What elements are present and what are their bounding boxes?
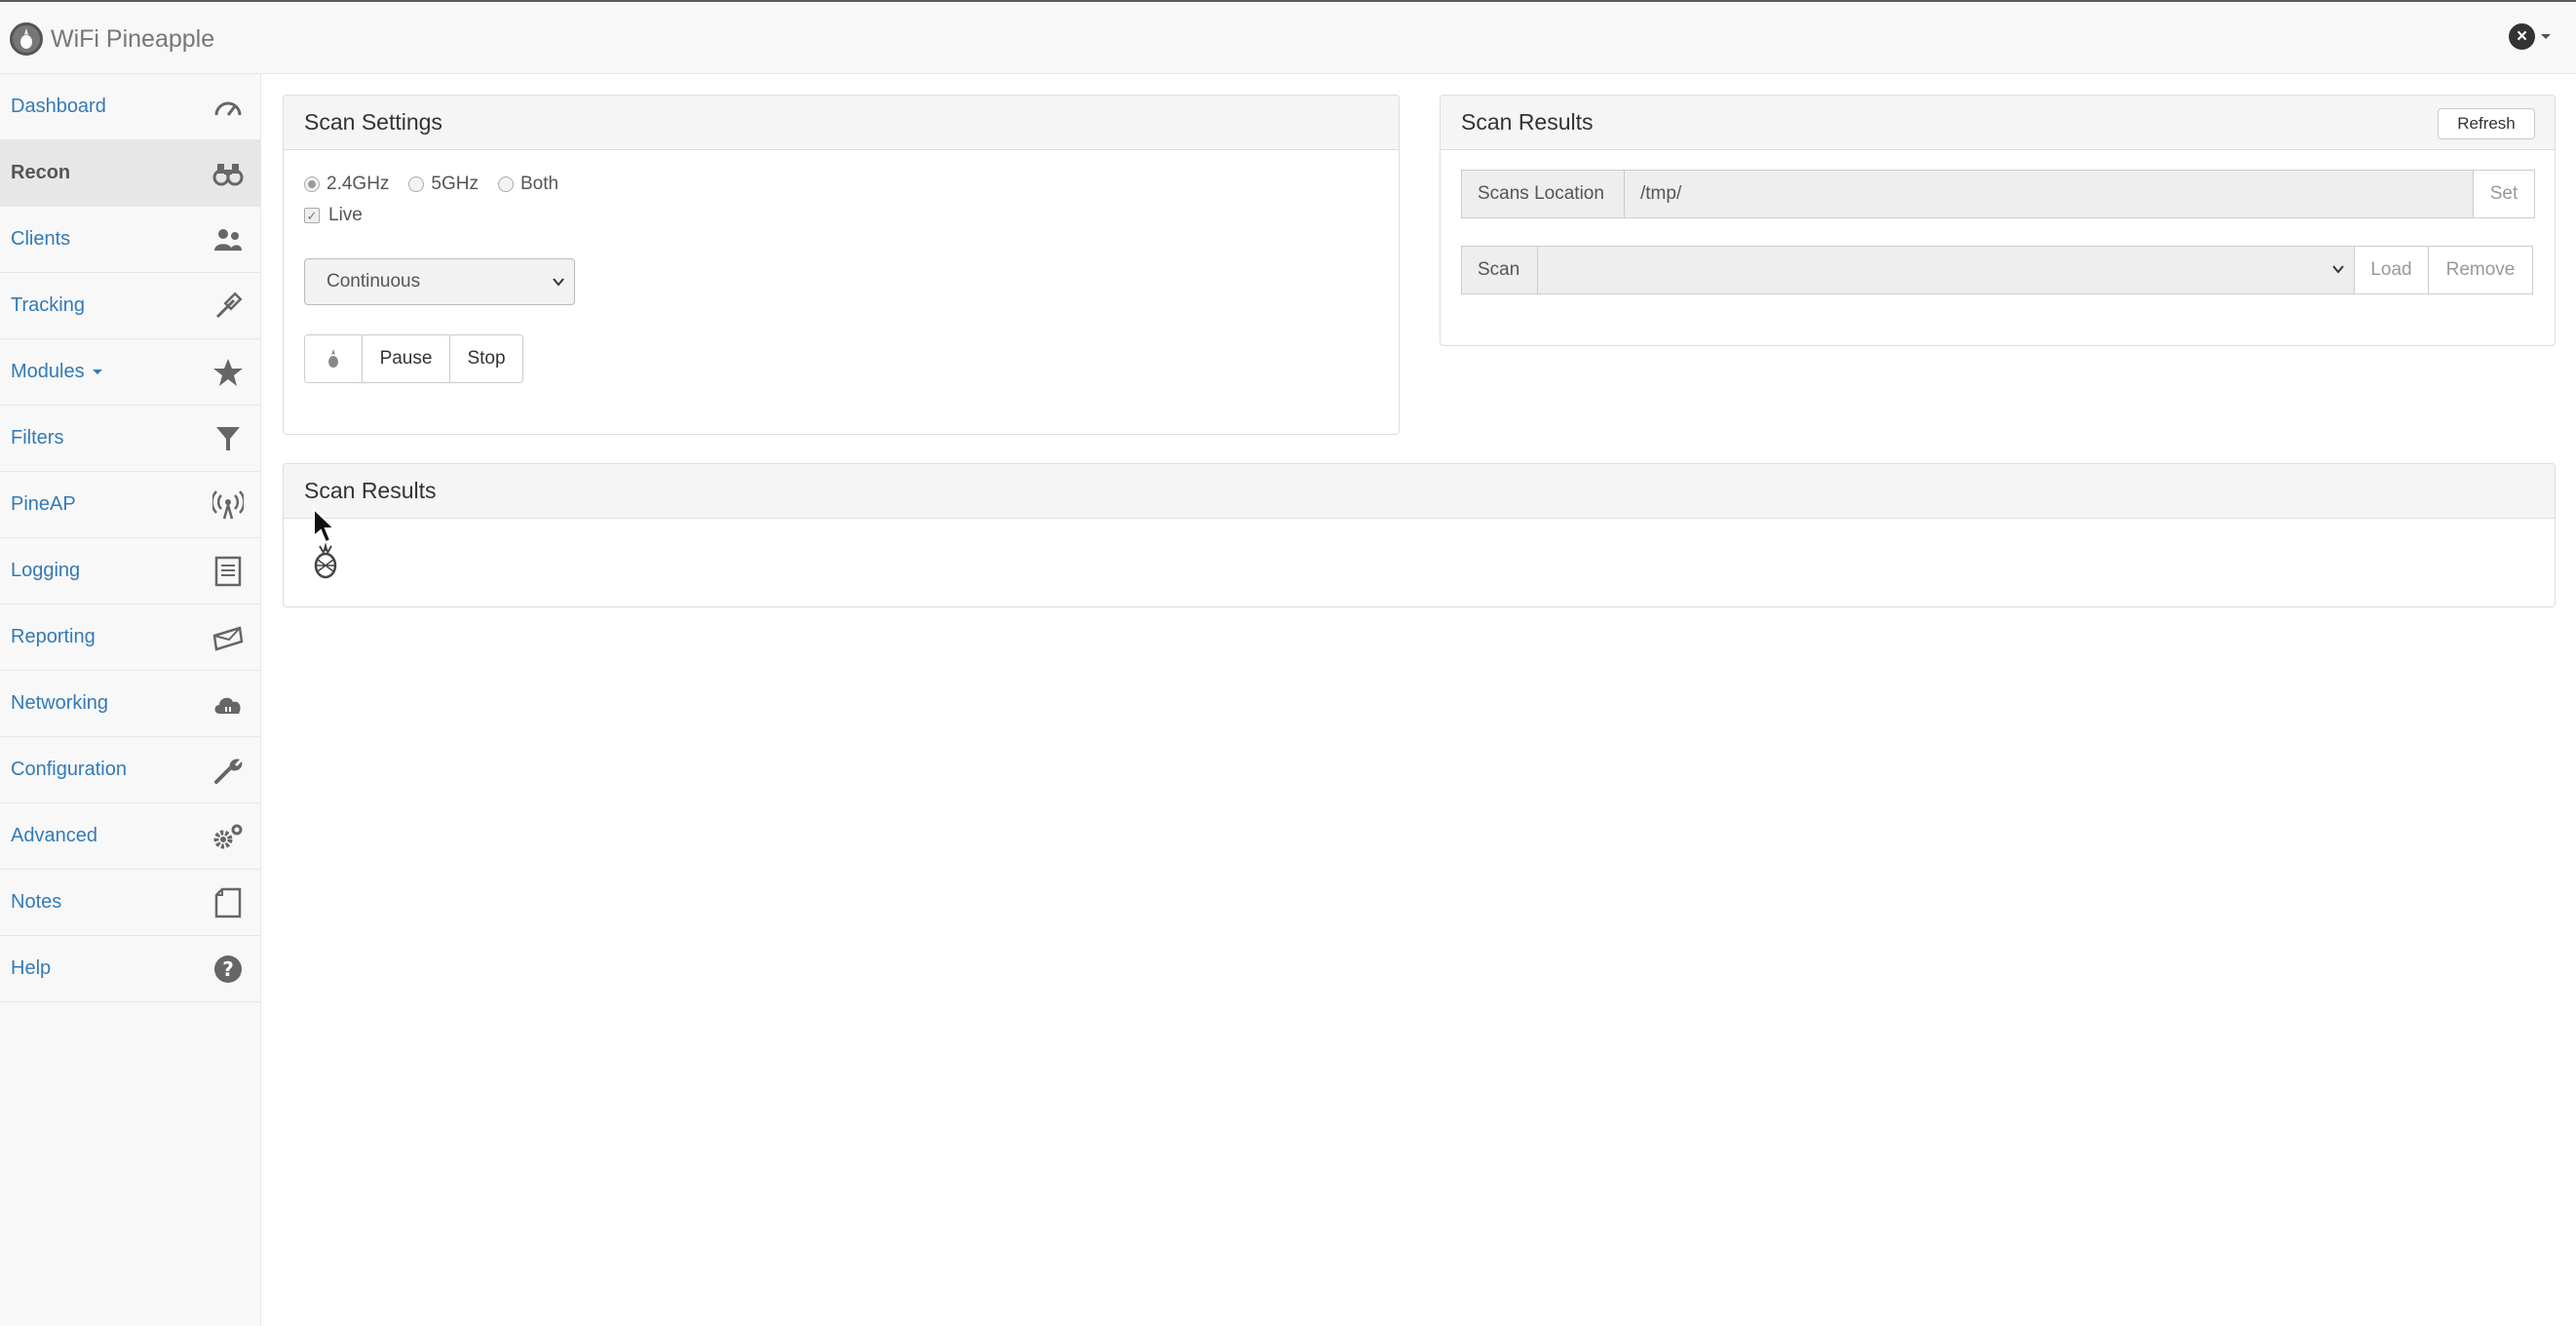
sidebar-item-recon[interactable]: Recon [0, 140, 260, 207]
binoculars-icon [211, 158, 245, 189]
envelope-icon [211, 622, 245, 653]
svg-text:?: ? [222, 957, 234, 981]
panel-title: Scan Results [284, 464, 2555, 519]
scan-file-group: Scan Load Remove [1461, 246, 2533, 294]
scans-location-group: Scans Location /tmp/ Set [1461, 170, 2535, 218]
sidebar-item-help[interactable]: Help ? [0, 936, 260, 1002]
pineapple-icon [328, 349, 338, 368]
live-checkbox[interactable]: ✓ [304, 208, 320, 223]
users-icon [211, 224, 245, 255]
sidebar-item-dashboard[interactable]: Dashboard [0, 74, 260, 140]
scan-mode-value: Continuous [327, 271, 421, 292]
sidebar-item-configuration[interactable]: Configuration [0, 737, 260, 803]
band-option-5ghz[interactable]: 5GHz [408, 174, 479, 195]
sidebar-item-label: Modules [11, 361, 85, 382]
scan-results-panel: Scan Results [283, 463, 2556, 607]
mouse-cursor-icon [313, 507, 337, 544]
scan-label: Scan [1461, 246, 1538, 294]
pineapple-spinner-icon [314, 542, 337, 579]
chevron-down-icon [2332, 265, 2344, 274]
chevron-down-icon [553, 278, 564, 287]
radio-button[interactable] [408, 176, 425, 192]
sidebar-item-reporting[interactable]: Reporting [0, 604, 260, 671]
sidebar-item-pineap[interactable]: PineAP [0, 472, 260, 538]
question-icon: ? [211, 954, 245, 985]
sidebar-item-modules[interactable]: Modules [0, 339, 260, 406]
scans-location-input[interactable]: /tmp/ [1624, 170, 2474, 218]
stop-button[interactable]: Stop [449, 334, 523, 383]
app-title: WiFi Pineapple [51, 24, 215, 53]
sidebar-item-logging[interactable]: Logging [0, 538, 260, 604]
pause-button[interactable]: Pause [362, 334, 450, 383]
scan-settings-panel: Scan Settings 2.4GHz 5GHz Both ✓ Live Co… [283, 95, 1400, 435]
band-radio-group: 2.4GHz 5GHz Both [304, 174, 578, 195]
scan-file-select[interactable] [1537, 246, 2355, 294]
start-scan-button[interactable] [304, 334, 363, 383]
remove-scan-button[interactable]: Remove [2428, 246, 2533, 294]
scans-location-label: Scans Location [1461, 170, 1625, 218]
sidebar-item-advanced[interactable]: Advanced [0, 803, 260, 870]
filter-icon [211, 423, 245, 454]
live-label: Live [328, 205, 363, 225]
scan-results-manager-panel: Scan Results Refresh Scans Location /tmp… [1440, 95, 2556, 346]
top-navbar: WiFi Pineapple × [0, 0, 2576, 74]
scan-mode-select[interactable]: Continuous [304, 258, 575, 305]
sidebar: Dashboard Recon Clients Tracking Modules… [0, 74, 261, 1326]
panel-heading: Scan Results Refresh [1441, 96, 2555, 150]
band-option-both[interactable]: Both [498, 174, 558, 195]
scan-control-buttons: Pause Stop [304, 334, 523, 383]
antenna-icon [211, 489, 245, 521]
sidebar-item-networking[interactable]: Networking [0, 671, 260, 737]
band-label: Both [520, 174, 559, 194]
sidebar-item-tracking[interactable]: Tracking [0, 273, 260, 339]
caret-down-icon [2541, 34, 2551, 39]
gears-icon [211, 821, 245, 852]
radio-button[interactable] [304, 176, 320, 192]
cloud-icon [211, 688, 245, 720]
band-label: 5GHz [431, 174, 479, 194]
refresh-button[interactable]: Refresh [2438, 108, 2535, 139]
band-option-24ghz[interactable]: 2.4GHz [304, 174, 389, 195]
satellite-icon [211, 291, 245, 322]
wrench-icon [211, 755, 245, 786]
page-icon [211, 887, 245, 918]
caret-down-icon [92, 370, 102, 375]
sidebar-item-notes[interactable]: Notes [0, 870, 260, 936]
live-checkbox-row[interactable]: ✓ Live [304, 205, 363, 226]
band-label: 2.4GHz [327, 174, 390, 194]
sidebar-item-filters[interactable]: Filters [0, 406, 260, 472]
star-icon [211, 357, 245, 388]
close-circle-icon[interactable]: × [2509, 23, 2535, 50]
panel-title: Scan Results [1461, 109, 1594, 135]
brand[interactable]: WiFi Pineapple [10, 21, 214, 57]
load-scan-button[interactable]: Load [2354, 246, 2429, 294]
panel-title: Scan Settings [284, 96, 1399, 150]
document-icon [211, 556, 245, 587]
user-menu-toggle[interactable]: × [2509, 23, 2551, 50]
radio-button[interactable] [498, 176, 514, 192]
pineapple-logo-icon [10, 22, 43, 56]
speedometer-icon [211, 92, 245, 123]
sidebar-item-clients[interactable]: Clients [0, 207, 260, 273]
set-location-button[interactable]: Set [2473, 170, 2535, 218]
